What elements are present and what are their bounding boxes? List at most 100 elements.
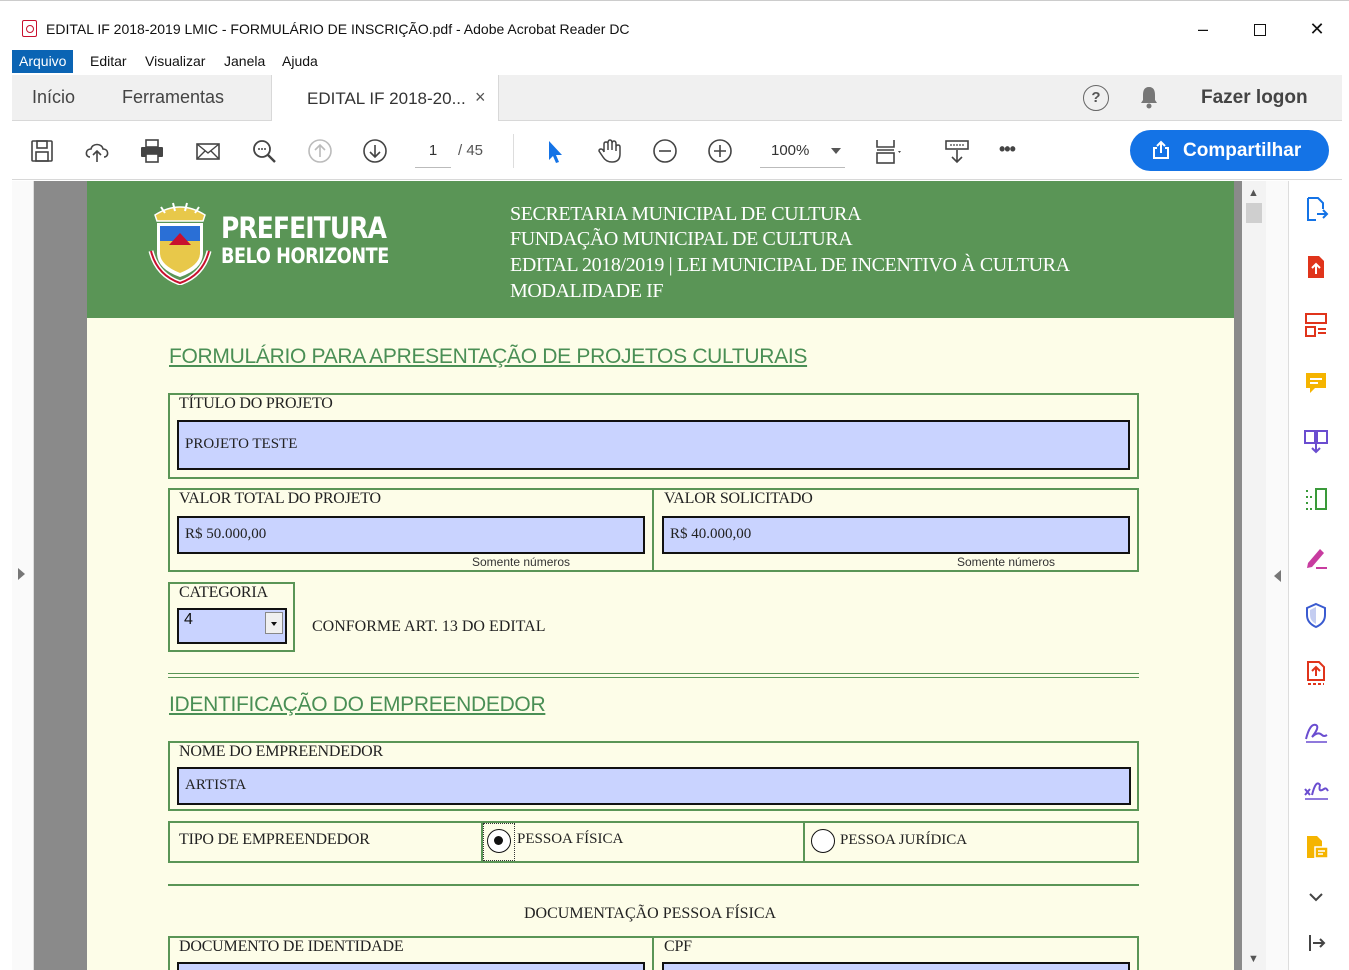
menu-editar[interactable]: Editar (83, 50, 134, 73)
certificate-icon[interactable] (1302, 775, 1330, 803)
minimize-button[interactable]: – (1180, 13, 1226, 45)
tab-bar: Início Ferramentas EDITAL IF 2018-20... … (12, 75, 1342, 121)
project-title-label: TÍTULO DO PROJETO (179, 395, 333, 412)
hand-icon[interactable] (595, 136, 625, 166)
menu-visualizar[interactable]: Visualizar (138, 50, 212, 73)
left-panel-toggle[interactable] (12, 181, 34, 970)
zoom-select[interactable]: 100% (760, 140, 845, 168)
scrollbar-thumb[interactable] (1246, 203, 1262, 223)
tab-home[interactable]: Início (32, 87, 75, 108)
document-viewer: PREFEITURA BELO HORIZONTE SECRETARIA MUN… (12, 181, 1342, 970)
values-divider (652, 488, 654, 572)
category-note: CONFORME ART. 13 DO EDITAL (312, 618, 546, 635)
combine-files-icon[interactable] (1302, 427, 1330, 455)
close-window-button[interactable]: ✕ (1294, 13, 1340, 45)
tools-panel-toggle[interactable] (1266, 181, 1288, 970)
tab-document[interactable]: EDITAL IF 2018-20... × (271, 75, 499, 121)
category-value: 4 (184, 611, 193, 628)
tab-tools[interactable]: Ferramentas (122, 87, 224, 108)
identity-doc-label: DOCUMENTO DE IDENTIDADE (179, 938, 404, 955)
collapse-panel-icon[interactable] (1302, 929, 1330, 957)
zoom-value: 100% (771, 142, 810, 159)
upload-icon[interactable] (82, 136, 112, 166)
expand-left-panel-icon (18, 568, 25, 580)
scroll-mode-icon[interactable] (942, 136, 972, 166)
form-heading: FORMULÁRIO PARA APRESENTAÇÃO DE PROJETOS… (169, 345, 808, 368)
zoom-in-icon[interactable] (705, 136, 735, 166)
zoom-out-icon[interactable] (650, 136, 680, 166)
acrobat-app-icon (22, 20, 37, 37)
sign-icon[interactable] (1302, 717, 1330, 745)
category-select[interactable]: 4 (177, 608, 287, 644)
chevron-down-icon[interactable] (265, 612, 283, 634)
fit-page-icon[interactable] (872, 136, 902, 166)
belo-horizonte-crest-logo (148, 202, 212, 285)
identity-doc-field[interactable] (177, 962, 645, 970)
main-toolbar: 1 / 45 100% ••• Compartilhar (12, 122, 1342, 180)
create-pdf-icon[interactable] (1302, 253, 1330, 281)
comment-icon[interactable] (1302, 369, 1330, 397)
organize-pages-icon[interactable] (1302, 311, 1330, 339)
page-number-input[interactable]: 1 (415, 140, 451, 168)
email-icon[interactable] (193, 136, 223, 166)
print-icon[interactable] (137, 136, 167, 166)
scroll-down-icon[interactable]: ▼ (1248, 953, 1259, 965)
entrepreneur-heading: IDENTIFICAÇÃO DO EMPREENDEDOR (169, 693, 546, 716)
search-icon[interactable] (249, 136, 279, 166)
vertical-scrollbar[interactable]: ▲ ▼ (1242, 181, 1266, 970)
scroll-up-icon[interactable]: ▲ (1248, 187, 1259, 199)
requested-value-hint: Somente números (957, 555, 1056, 569)
close-tab-icon[interactable]: × (475, 87, 486, 108)
radio-pessoa-fisica[interactable] (487, 829, 511, 853)
menu-janela[interactable]: Janela (217, 50, 272, 73)
maximize-button[interactable] (1237, 13, 1283, 45)
page-total: / 45 (458, 142, 484, 159)
select-cursor-icon[interactable] (540, 136, 570, 166)
fill-sign-icon[interactable] (1302, 543, 1330, 571)
expand-icon[interactable] (1302, 883, 1330, 911)
edit-pdf-icon[interactable] (1302, 485, 1330, 513)
login-link[interactable]: Fazer logon (1201, 87, 1308, 109)
entrepreneur-name-label: NOME DO EMPREENDEDOR (179, 743, 384, 760)
more-icon[interactable]: ••• (999, 139, 1029, 169)
banner-line-3: EDITAL 2018/2019 | LEI MUNICIPAL DE INCE… (510, 254, 1070, 276)
maximize-icon (1254, 24, 1266, 37)
document-canvas: PREFEITURA BELO HORIZONTE SECRETARIA MUN… (34, 181, 1242, 970)
window-title: EDITAL IF 2018-2019 LMIC - FORMULÁRIO DE… (46, 21, 630, 37)
next-page-icon[interactable] (360, 136, 390, 166)
separator-line (168, 673, 1139, 674)
export-pdf-icon[interactable] (1302, 195, 1330, 223)
project-title-field[interactable]: PROJETO TESTE (177, 420, 1130, 470)
radio-pessoa-juridica[interactable] (811, 829, 835, 853)
radio-pessoa-fisica-label: PESSOA FÍSICA (517, 831, 624, 847)
protect-icon[interactable] (1302, 601, 1330, 629)
logo-subtitle: BELO HORIZONTE (221, 244, 389, 268)
menu-bar: Arquivo Editar Visualizar Janela Ajuda (12, 50, 1342, 73)
docs-heading: DOCUMENTAÇÃO PESSOA FÍSICA (524, 905, 777, 922)
share-button[interactable]: Compartilhar (1130, 130, 1329, 171)
entrepreneur-name-field[interactable]: ARTISTA (177, 767, 1131, 805)
total-value-field[interactable]: R$ 50.000,00 (177, 516, 645, 554)
menu-ajuda[interactable]: Ajuda (275, 50, 325, 73)
notifications-bell-icon[interactable] (1139, 85, 1159, 109)
more-tools-icon[interactable] (1302, 833, 1330, 861)
prev-page-icon[interactable] (305, 136, 335, 166)
total-value-label: VALOR TOTAL DO PROJETO (179, 490, 381, 507)
menu-arquivo[interactable]: Arquivo (12, 50, 74, 73)
total-value-hint: Somente números (472, 555, 571, 569)
separator-line (168, 884, 1139, 886)
logo-title: PREFEITURA (221, 211, 387, 245)
cpf-field[interactable] (662, 962, 1130, 970)
banner-line-2: FUNDAÇÃO MUNICIPAL DE CULTURA (510, 228, 853, 250)
banner-line-4: MODALIDADE IF (510, 280, 664, 302)
send-for-review-icon[interactable] (1302, 659, 1330, 687)
chevron-down-icon (831, 148, 841, 154)
requested-value-field[interactable]: R$ 40.000,00 (662, 516, 1130, 554)
pdf-page: PREFEITURA BELO HORIZONTE SECRETARIA MUN… (87, 181, 1234, 970)
category-label: CATEGORIA (179, 584, 268, 601)
type-divider (803, 821, 805, 863)
tools-rail (1288, 181, 1342, 970)
help-icon[interactable]: ? (1083, 85, 1109, 111)
save-icon[interactable] (27, 136, 57, 166)
toolbar-divider (513, 134, 514, 168)
